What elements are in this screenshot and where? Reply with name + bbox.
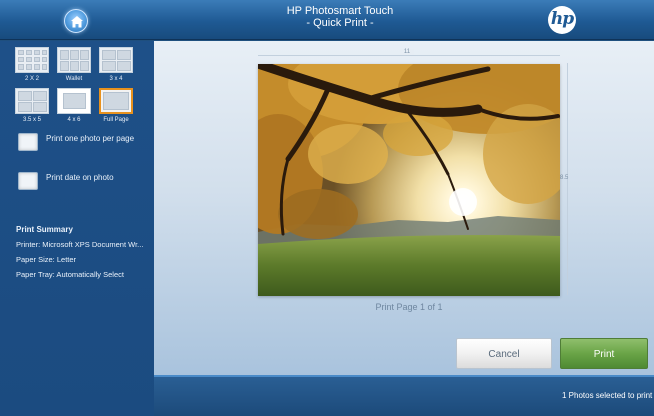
layout-3-5x5-thumbnail	[15, 88, 49, 114]
layout-label: 3.5 x 5	[22, 117, 41, 123]
page-indicator: Print Page 1 of 1	[375, 302, 443, 312]
hp-logo: hp	[548, 6, 576, 34]
print-preview-area: 11 8.5 Print Page 1 of 1 Cancel Print	[154, 41, 654, 375]
app-title: HP Photosmart Touch	[286, 5, 394, 17]
print-date-checkbox[interactable]	[18, 172, 38, 190]
window-title: HP Photosmart Touch - Quick Print -	[240, 5, 440, 29]
layout-wallet-thumbnail	[57, 47, 91, 73]
width-ruler-label: 11	[400, 49, 414, 55]
layout-2x2[interactable]: 2 X 2	[12, 47, 52, 82]
print-one-per-page-label: Print one photo per page	[46, 134, 135, 143]
print-summary: Print Summary Printer: Microsoft XPS Doc…	[16, 222, 154, 282]
layout-full-page-thumbnail	[99, 88, 133, 114]
photos-selected-status: 1 Photos selected to print	[562, 391, 653, 400]
print-one-per-page-checkbox[interactable]	[18, 133, 38, 151]
width-ruler	[258, 55, 560, 56]
layout-3-5x5[interactable]: 3.5 x 5	[12, 88, 52, 123]
options-panel: 2 X 2 Wallet 3 x 4 3.5 x 5 4 x 6 Full Pa…	[0, 41, 154, 416]
autumn-tree-photo	[258, 64, 560, 296]
status-bar: 1 Photos selected to print	[154, 375, 654, 416]
print-date-option[interactable]: Print date on photo	[18, 172, 114, 190]
paper-tray-info: Paper Tray: Automatically Select	[16, 270, 124, 279]
print-summary-title: Print Summary	[16, 225, 73, 234]
home-icon[interactable]	[64, 9, 88, 33]
title-bar: HP Photosmart Touch - Quick Print - hp	[0, 0, 654, 40]
layout-4x6[interactable]: 4 x 6	[54, 88, 94, 123]
layout-label: 4 x 6	[67, 117, 81, 123]
layout-label: Wallet	[65, 76, 83, 82]
height-ruler-label: 8.5	[560, 175, 569, 181]
print-date-label: Print date on photo	[46, 173, 114, 182]
layout-label: 3 x 4	[109, 76, 123, 82]
layout-label: Full Page	[103, 117, 129, 123]
printer-info: Printer: Microsoft XPS Document Wr...	[16, 240, 144, 249]
layout-label: 2 X 2	[24, 76, 39, 82]
photo-preview[interactable]	[258, 64, 560, 296]
layout-wallet[interactable]: Wallet	[54, 47, 94, 82]
print-one-per-page-option[interactable]: Print one photo per page	[18, 133, 134, 151]
paper-size-info: Paper Size: Letter	[16, 255, 77, 264]
layout-2x2-thumbnail	[15, 47, 49, 73]
print-button[interactable]: Print	[560, 338, 648, 369]
layout-3x4[interactable]: 3 x 4	[96, 47, 136, 82]
layout-4x6-thumbnail	[57, 88, 91, 114]
layout-full-page[interactable]: Full Page	[96, 88, 136, 123]
layout-3x4-thumbnail	[99, 47, 133, 73]
cancel-button[interactable]: Cancel	[456, 338, 552, 369]
mode-subtitle: - Quick Print -	[306, 17, 374, 29]
